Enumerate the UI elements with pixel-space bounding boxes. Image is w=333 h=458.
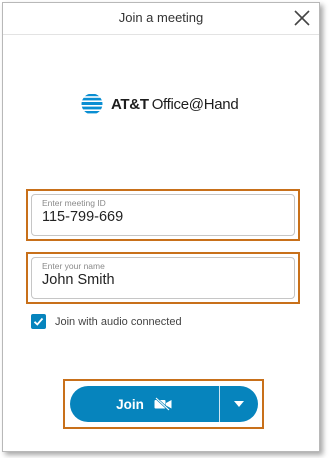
join-button-group: Join [70,386,258,422]
meeting-id-label: Enter meeting ID [42,198,106,208]
name-field[interactable]: Enter your name [31,257,295,299]
audio-checkbox[interactable] [31,314,46,329]
meeting-id-field[interactable]: Enter meeting ID [31,194,295,236]
meeting-id-input[interactable] [42,209,242,225]
close-icon [294,10,310,26]
close-button[interactable] [291,7,313,29]
join-meeting-dialog: Join a meeting AT&T Office@Hand Enter me… [2,2,320,452]
audio-checkbox-label: Join with audio connected [55,316,182,328]
brand-logo: AT&T Office@Hand [81,92,239,116]
brand-name-regular: Office@Hand [151,95,239,113]
att-globe-icon [81,93,103,115]
join-button[interactable]: Join [70,386,219,422]
name-input[interactable] [42,272,242,288]
join-options-dropdown[interactable] [220,386,258,422]
video-off-icon [154,397,172,411]
name-label: Enter your name [42,261,105,271]
brand-name-bold: AT&T [111,95,149,113]
checkmark-icon [33,317,44,326]
dialog-title: Join a meeting [118,10,204,25]
title-bar: Join a meeting [3,3,319,35]
join-label: Join [116,396,144,412]
caret-down-icon [234,401,244,407]
